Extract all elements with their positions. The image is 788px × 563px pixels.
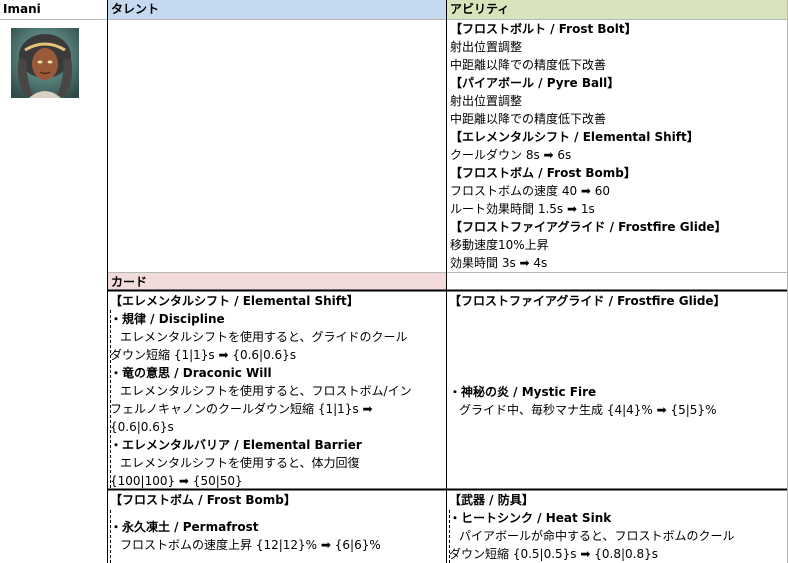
header-talent: タレント (111, 2, 160, 16)
card-group-title: 【フロストファイアグライド / Frostfire Glide】 (449, 294, 726, 308)
card-mystic-fire: ・神秘の炎 / Mystic Fire グライド中、毎秒マナ生成 {4|4}% … (447, 383, 787, 419)
imani-portrait-icon (11, 28, 79, 98)
card-desc: エレメンタルシフトを使用すると、体力回復 (120, 456, 360, 470)
ability-change: 中距離以降での精度低下改善 (450, 58, 607, 72)
ability-title-frostfire-glide: 【フロストファイアグライド / Frostfire Glide】 (450, 220, 727, 234)
card-group-elemental-shift: 【エレメンタルシフト / Elemental Shift】 ・規律 / Disc… (108, 292, 446, 490)
ability-change: 射出位置調整 (450, 40, 523, 54)
card-group-title: 【エレメンタルシフト / Elemental Shift】 (110, 294, 359, 308)
card-name-permafrost: ・永久凍土 / Permafrost (110, 520, 259, 534)
ability-change: 移動速度10%上昇 (450, 238, 549, 252)
card-desc: フェルノキャノンのクールダウン短縮 {1|1}s ➡ (110, 402, 373, 416)
ability-change: クールダウン 8s ➡ 6s (450, 148, 572, 162)
card-name-discipline: ・規律 / Discipline (110, 312, 225, 326)
card-desc: グライド中、毎秒マナ生成 {4|4}% ➡ {5|5}% (459, 403, 717, 417)
ability-change: 効果時間 3s ➡ 4s (450, 256, 548, 270)
ability-change: ルート効果時間 1.5s ➡ 1s (450, 202, 595, 216)
card-desc: エレメンタルシフトを使用すると、フロストボム/イン (120, 384, 412, 398)
card-permafrost: ・永久凍土 / Permafrost フロストボムの速度上昇 {12|12}% … (108, 518, 446, 554)
card-group-weapon-armor: 【武器 / 防具】 ・ヒートシンク / Heat Sink パイアボールが命中す… (447, 491, 787, 563)
ability-title-frost-bolt: 【フロストボルト / Frost Bolt】 (450, 22, 637, 36)
card-desc: パイアボールが命中すると、フロストボムのクール (459, 529, 735, 543)
ability-change: 中距離以降での精度低下改善 (450, 112, 607, 126)
card-label: カード (111, 275, 148, 289)
card-name-heat-sink: ・ヒートシンク / Heat Sink (449, 511, 612, 525)
ability-list: 【フロストボルト / Frost Bolt】 射出位置調整 中距離以降での精度低… (448, 20, 786, 272)
ability-title-frost-bomb: 【フロストボム / Frost Bomb】 (450, 166, 636, 180)
card-desc: エレメンタルシフトを使用すると、グライドのクール (120, 330, 408, 344)
card-group-frost-bomb: 【フロストボム / Frost Bomb】 (108, 491, 446, 509)
ability-title-pyre-ball: 【パイアボール / Pyre Ball】 (450, 76, 620, 90)
card-name-draconic-will: ・竜の意思 / Draconic Will (110, 366, 272, 380)
card-desc: {100|100} ➡ {50|50} (110, 474, 243, 488)
ability-change: 射出位置調整 (450, 94, 523, 108)
card-desc: ダウン短縮 {1|1}s ➡ {0.6|0.6}s (110, 348, 297, 362)
card-group-title: 【武器 / 防具】 (449, 493, 534, 507)
card-desc: フロストボムの速度上昇 {12|12}% ➡ {6|6}% (120, 538, 381, 552)
card-name-elemental-barrier: ・エレメンタルバリア / Elemental Barrier (110, 438, 362, 452)
ability-title-elemental-shift: 【エレメンタルシフト / Elemental Shift】 (450, 130, 699, 144)
card-group-frostfire-glide: 【フロストファイアグライド / Frostfire Glide】 (447, 292, 787, 310)
card-name-mystic-fire: ・神秘の炎 / Mystic Fire (449, 385, 597, 399)
card-desc: ダウン短縮 {0.5|0.5}s ➡ {0.8|0.8}s (449, 547, 658, 561)
header-ability: アビリティ (450, 2, 510, 16)
card-group-title: 【フロストボム / Frost Bomb】 (110, 493, 296, 507)
header-name: Imani (3, 2, 41, 16)
card-desc: {0.6|0.6}s (110, 420, 174, 434)
ability-change: フロストボムの速度 40 ➡ 60 (450, 184, 611, 198)
